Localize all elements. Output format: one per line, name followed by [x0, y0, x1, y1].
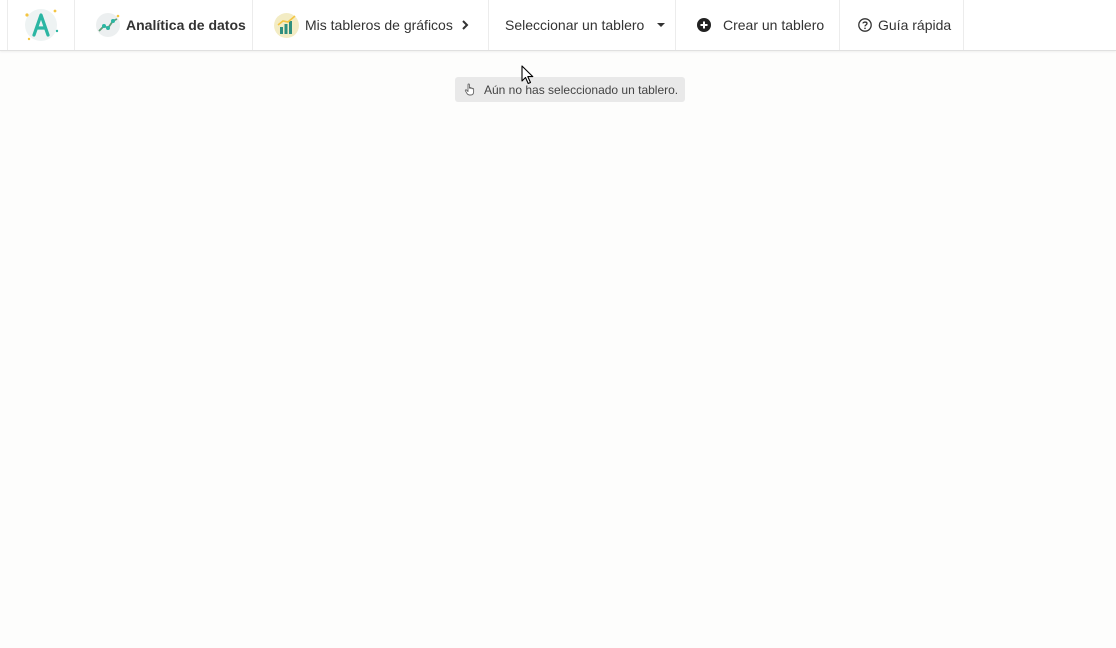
nav-my-boards-label: Mis tableros de gráficos	[305, 17, 453, 33]
nav-analytics[interactable]: Analítica de datos	[75, 0, 253, 50]
nav-analytics-label: Analítica de datos	[126, 17, 246, 33]
app-logo-a-icon	[21, 5, 61, 45]
notice-text: Aún no has seleccionado un tablero.	[484, 82, 679, 97]
select-board-label: Seleccionar un tablero	[505, 17, 645, 33]
pointing-hand-icon	[464, 83, 476, 96]
select-board-dropdown[interactable]: Seleccionar un tablero	[489, 0, 676, 50]
caret-down-icon	[656, 22, 666, 28]
quick-guide-button[interactable]: Guía rápida	[840, 0, 964, 50]
create-board-label: Crear un tablero	[723, 17, 825, 33]
app-logo[interactable]	[7, 0, 75, 50]
help-circle-icon	[858, 18, 872, 32]
quick-guide-label: Guía rápida	[878, 17, 952, 33]
plus-circle-icon	[697, 18, 711, 32]
no-board-selected-notice: Aún no has seleccionado un tablero.	[455, 77, 685, 102]
top-navigation-bar: Analítica de datos Mis tableros de gráfi…	[0, 0, 1116, 51]
create-board-button[interactable]: Crear un tablero	[676, 0, 840, 50]
line-chart-icon	[95, 12, 121, 38]
chevron-right-icon	[461, 19, 469, 31]
mouse-pointer-icon	[521, 65, 535, 90]
nav-my-boards[interactable]: Mis tableros de gráficos	[253, 0, 489, 50]
bar-chart-icon	[273, 12, 300, 39]
